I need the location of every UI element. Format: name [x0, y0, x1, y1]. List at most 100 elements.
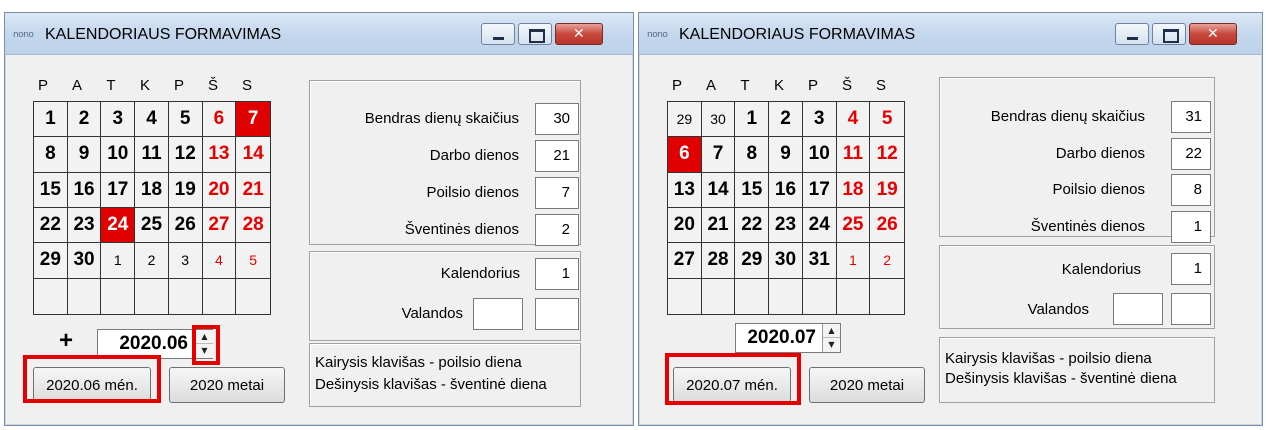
- stat-value-field[interactable]: 1: [1171, 210, 1211, 243]
- calendar-day-cell[interactable]: [701, 278, 736, 314]
- calendar-day-cell[interactable]: 1: [101, 243, 136, 279]
- calendar-day-cell[interactable]: 14: [236, 137, 270, 173]
- calendar-day-cell[interactable]: 18: [836, 172, 871, 208]
- calendar-day-cell[interactable]: 6: [202, 102, 237, 138]
- calendar-day-cell[interactable]: 3: [168, 243, 203, 279]
- calendar-day-cell[interactable]: 22: [735, 207, 770, 244]
- calendar-day-cell[interactable]: 10: [101, 137, 136, 173]
- calendar-day-cell[interactable]: [202, 278, 237, 314]
- calendar-day-cell[interactable]: 29: [668, 102, 702, 138]
- calendar-day-cell[interactable]: 30: [701, 102, 736, 138]
- calendar-day-cell[interactable]: 24: [802, 207, 837, 244]
- calendar-day-cell[interactable]: 27: [202, 207, 237, 244]
- calendar-day-cell[interactable]: 6: [668, 137, 702, 173]
- calendar-day-cell[interactable]: [67, 278, 102, 314]
- calendar-day-cell[interactable]: 11: [135, 137, 169, 173]
- valandos-field-1[interactable]: [1113, 293, 1163, 325]
- calendar-day-cell[interactable]: 27: [668, 243, 702, 279]
- stat-value-field[interactable]: 22: [1171, 137, 1211, 170]
- calendar-day-cell[interactable]: 28: [701, 243, 736, 279]
- calendar-day-cell[interactable]: 20: [202, 172, 237, 208]
- calendar-day-cell[interactable]: 7: [236, 102, 270, 138]
- calendar-day-cell[interactable]: 30: [67, 243, 102, 279]
- calendar-day-cell[interactable]: 2: [135, 243, 169, 279]
- calendar-day-cell[interactable]: [769, 278, 803, 314]
- calendar-day-cell[interactable]: 15: [34, 172, 68, 208]
- calendar-day-cell[interactable]: 26: [168, 207, 203, 244]
- calendar-day-cell[interactable]: [802, 278, 837, 314]
- calendar-day-cell[interactable]: [836, 278, 871, 314]
- valandos-field-2[interactable]: [535, 298, 579, 330]
- calendar-day-cell[interactable]: 20: [668, 207, 702, 244]
- kalendorius-field[interactable]: 1: [1171, 253, 1211, 285]
- calendar-day-cell[interactable]: 13: [668, 172, 702, 208]
- calendar-day-cell[interactable]: 25: [836, 207, 871, 244]
- calendar-day-cell[interactable]: 29: [735, 243, 770, 279]
- valandos-field-1[interactable]: [473, 298, 523, 330]
- minimize-icon[interactable]: [481, 23, 515, 45]
- calendar-day-cell[interactable]: 8: [34, 137, 68, 173]
- title-bar[interactable]: nono KALENDORIAUS FORMAVIMAS: [5, 13, 633, 55]
- calendar-day-cell[interactable]: 23: [67, 207, 102, 244]
- calendar-day-cell[interactable]: 29: [34, 243, 68, 279]
- calendar-day-cell[interactable]: 4: [836, 102, 871, 138]
- calendar-day-cell[interactable]: [168, 278, 203, 314]
- calendar-day-cell[interactable]: [34, 278, 68, 314]
- calendar-day-cell[interactable]: [236, 278, 270, 314]
- stat-value-field[interactable]: 2: [535, 214, 579, 246]
- calendar-day-cell[interactable]: 9: [769, 137, 803, 173]
- stat-value-field[interactable]: 8: [1171, 174, 1211, 206]
- close-icon[interactable]: [555, 23, 603, 45]
- period-spinner-arrows[interactable]: ▲ ▼: [822, 324, 840, 352]
- calendar-day-cell[interactable]: 7: [701, 137, 736, 173]
- calendar-day-cell[interactable]: 16: [769, 172, 803, 208]
- calendar-day-cell[interactable]: 17: [101, 172, 136, 208]
- calendar-day-cell[interactable]: [668, 278, 702, 314]
- calendar-day-cell[interactable]: 2: [870, 243, 904, 279]
- calendar-day-cell[interactable]: 17: [802, 172, 837, 208]
- calendar-day-cell[interactable]: 13: [202, 137, 237, 173]
- calendar-day-cell[interactable]: 18: [135, 172, 169, 208]
- spinner-down-icon[interactable]: ▼: [823, 338, 840, 352]
- calendar-day-cell[interactable]: 21: [236, 172, 270, 208]
- close-icon[interactable]: [1189, 23, 1237, 45]
- calendar-day-cell[interactable]: 21: [701, 207, 736, 244]
- month-button[interactable]: 2020.06 mén.: [33, 367, 151, 403]
- calendar-day-cell[interactable]: 11: [836, 137, 871, 173]
- calendar-day-cell[interactable]: [870, 278, 904, 314]
- calendar-day-cell[interactable]: 2: [769, 102, 803, 138]
- calendar-day-cell[interactable]: [101, 278, 136, 314]
- month-button[interactable]: 2020.07 mén.: [673, 367, 791, 403]
- calendar-day-cell[interactable]: 25: [135, 207, 169, 244]
- calendar-day-cell[interactable]: 26: [870, 207, 904, 244]
- calendar-day-cell[interactable]: 15: [735, 172, 770, 208]
- calendar-day-cell[interactable]: 22: [34, 207, 68, 244]
- stat-value-field[interactable]: 7: [535, 177, 579, 209]
- calendar-day-cell[interactable]: 24: [101, 207, 136, 244]
- calendar-day-cell[interactable]: 1: [836, 243, 871, 279]
- calendar-day-cell[interactable]: 1: [34, 102, 68, 138]
- title-bar[interactable]: nono KALENDORIAUS FORMAVIMAS: [639, 13, 1262, 55]
- calendar-day-cell[interactable]: 14: [701, 172, 736, 208]
- calendar-day-cell[interactable]: 30: [769, 243, 803, 279]
- calendar-day-cell[interactable]: 5: [168, 102, 203, 138]
- year-button[interactable]: 2020 metai: [169, 367, 285, 403]
- calendar-day-cell[interactable]: 8: [735, 137, 770, 173]
- period-spinner-arrows[interactable]: ▲ ▼: [195, 330, 213, 358]
- minimize-icon[interactable]: [1115, 23, 1149, 45]
- calendar-day-cell[interactable]: 19: [870, 172, 904, 208]
- stat-value-field[interactable]: 31: [1171, 101, 1211, 133]
- spinner-down-icon[interactable]: ▼: [196, 344, 213, 358]
- calendar-day-cell[interactable]: 3: [802, 102, 837, 138]
- calendar-day-cell[interactable]: 10: [802, 137, 837, 173]
- calendar-day-cell[interactable]: 31: [802, 243, 837, 279]
- calendar-day-cell[interactable]: 2: [67, 102, 102, 138]
- add-plus-icon[interactable]: +: [59, 327, 73, 355]
- kalendorius-field[interactable]: 1: [535, 258, 579, 290]
- stat-value-field[interactable]: 21: [535, 140, 579, 172]
- calendar-day-cell[interactable]: 3: [101, 102, 136, 138]
- calendar-day-cell[interactable]: [735, 278, 770, 314]
- calendar-day-cell[interactable]: 28: [236, 207, 270, 244]
- calendar-day-cell[interactable]: 12: [870, 137, 904, 173]
- year-button[interactable]: 2020 metai: [809, 367, 925, 403]
